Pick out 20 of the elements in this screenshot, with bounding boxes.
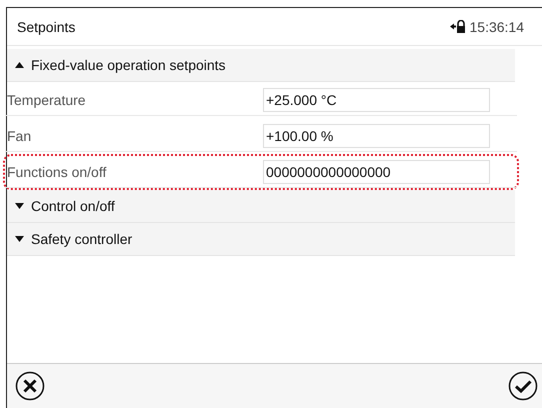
clock-time: 15:36:14 (470, 18, 524, 34)
section-title: Control on/off (31, 198, 115, 214)
expand-triangle-icon (15, 203, 24, 209)
section-header[interactable]: Safety controller (7, 223, 515, 256)
value-field[interactable]: 0000000000000000 (263, 160, 490, 184)
collapse-triangle-icon (15, 62, 24, 68)
screen-title: Setpoints (17, 18, 76, 34)
section-header[interactable]: Control on/off (7, 190, 515, 223)
setting-label: Fan (7, 128, 32, 144)
expand-triangle-icon (15, 236, 24, 242)
setting-label: Temperature (7, 92, 87, 108)
section-title: Safety controller (31, 231, 132, 247)
section-title: Fixed-value operation setpoints (31, 57, 226, 73)
value-field[interactable]: +25.000 °C (263, 88, 490, 112)
value-field[interactable]: +100.00 % (263, 124, 490, 148)
confirm-button[interactable] (508, 371, 538, 401)
padlock-icon (450, 20, 466, 33)
section-header[interactable]: Fixed-value operation setpoints (7, 49, 515, 82)
setting-label: Functions on/off (7, 164, 108, 180)
cancel-button[interactable] (15, 371, 45, 401)
